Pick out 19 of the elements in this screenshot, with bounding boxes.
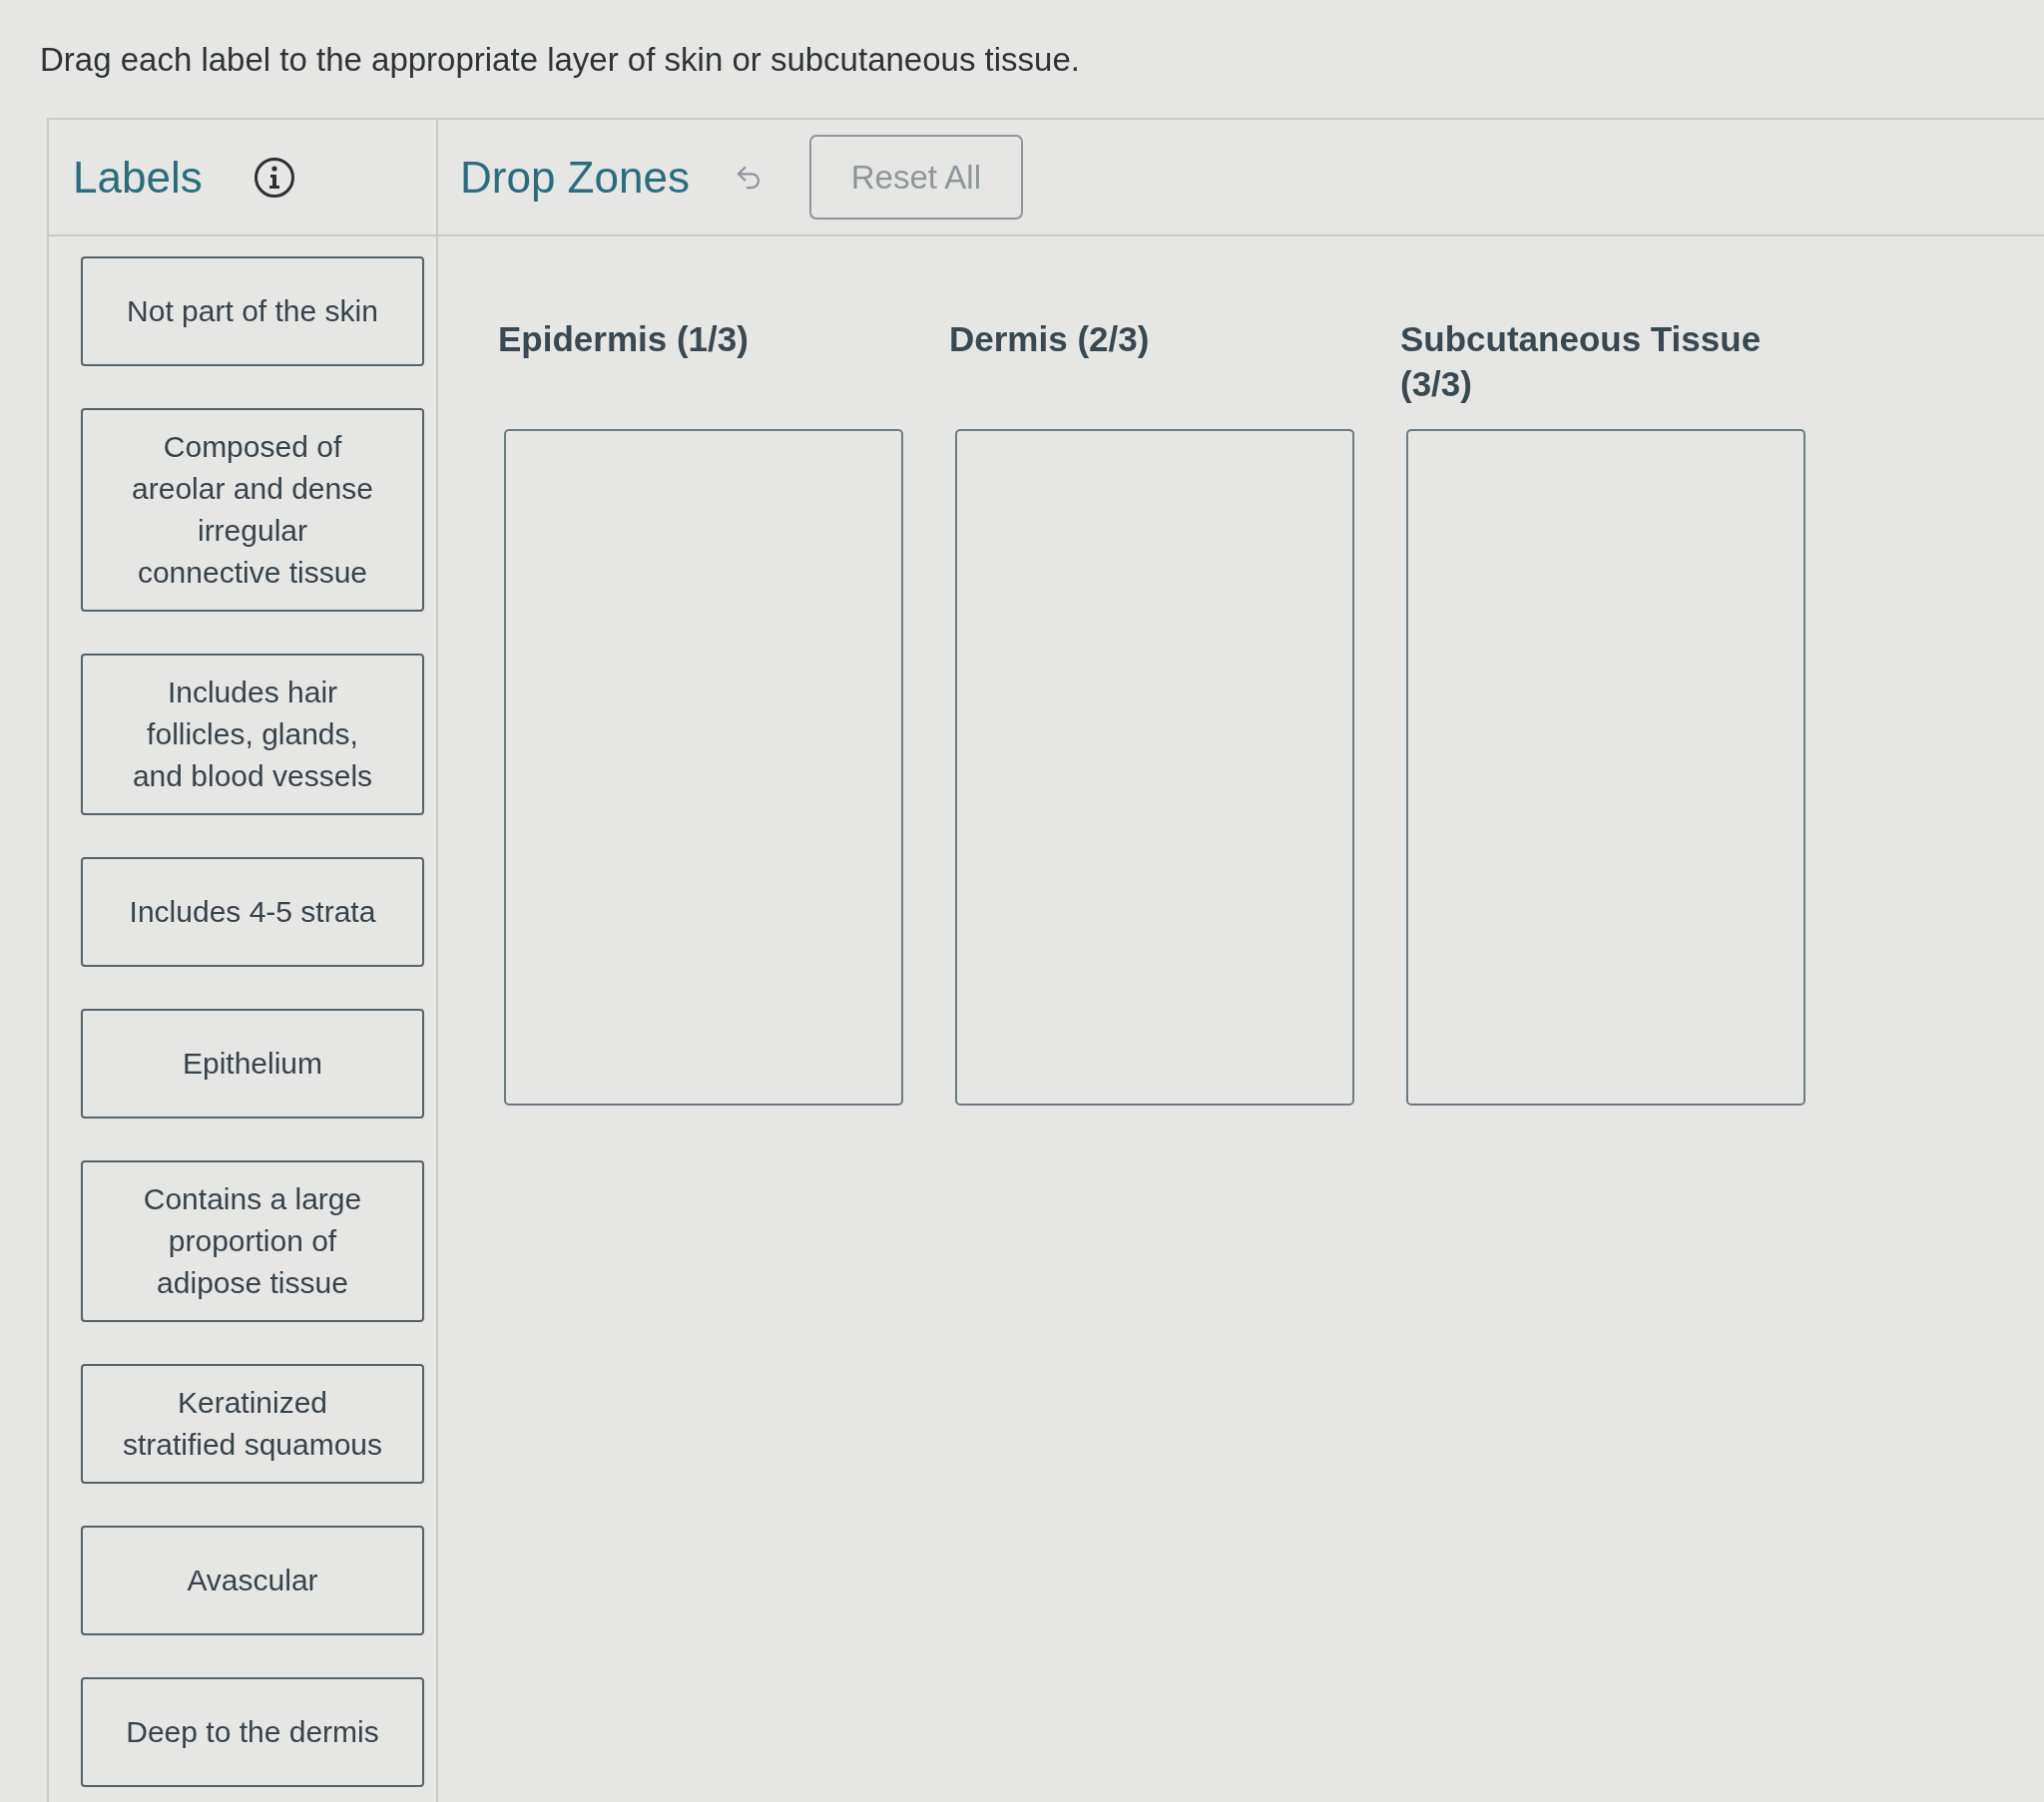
drop-zone[interactable]: [504, 429, 903, 1106]
zone-heading: Dermis (2/3): [949, 319, 1150, 358]
drop-zone[interactable]: [955, 429, 1354, 1106]
draggable-label[interactable]: Composed of areolar and dense irregular connective tissue: [81, 408, 424, 612]
draggable-label[interactable]: Avascular: [81, 1526, 424, 1635]
instruction-text: Drag each label to the appropriate layer of skin or subcutaneous tissue.: [40, 40, 1080, 80]
draggable-label[interactable]: Keratinized stratified squamous: [81, 1364, 424, 1484]
draggable-label[interactable]: Deep to the dermis: [81, 1677, 424, 1787]
drop-zones-heading: Drop Zones: [460, 152, 690, 203]
drop-zone[interactable]: [1406, 429, 1805, 1106]
zone-heading: Epidermis (1/3): [498, 319, 749, 358]
info-icon[interactable]: [254, 157, 294, 198]
draggable-label[interactable]: Not part of the skin: [81, 256, 424, 366]
zone-heading: Subcutaneous Tissue (3/3): [1400, 319, 1762, 403]
draggable-label[interactable]: Includes 4-5 strata: [81, 857, 424, 967]
draggable-label[interactable]: Epithelium: [81, 1009, 424, 1119]
draggable-label[interactable]: Includes hair follicles, glands, and blood vessels: [81, 654, 424, 815]
labels-heading: Labels: [73, 152, 203, 203]
draggable-label[interactable]: Contains a large proportion of adipose tissue: [81, 1160, 424, 1322]
